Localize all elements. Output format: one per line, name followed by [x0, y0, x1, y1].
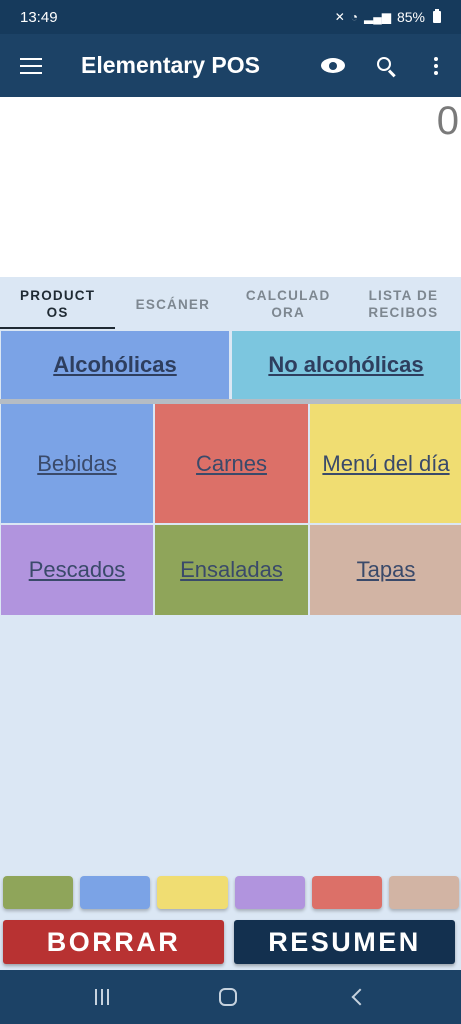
back-icon[interactable] [351, 988, 369, 1006]
mute-icon: ✕ [334, 10, 345, 24]
product-bebidas[interactable]: Bebidas [1, 404, 153, 523]
color-swatches [3, 876, 460, 909]
tab-calculadora[interactable]: CALCULAD ORA [231, 277, 346, 331]
display-value: 0 [436, 99, 459, 143]
system-nav-bar [0, 970, 461, 1024]
tab-label: LISTA DE RECIBOS [368, 288, 439, 320]
status-time: 13:49 [20, 8, 58, 26]
home-icon[interactable] [219, 988, 238, 1006]
product-menu-del-dia[interactable]: Menú del día [310, 404, 461, 523]
amount-display: 0 [0, 97, 461, 277]
more-vert-icon [434, 56, 438, 75]
category-row: Alcohólicas No alcohólicas [0, 331, 461, 399]
tab-productos[interactable]: PRODUCT OS [0, 277, 116, 331]
view-button[interactable] [307, 34, 359, 97]
battery-icon [433, 9, 441, 23]
signal-icon: ▂▄▆ [364, 10, 391, 24]
swatch-yellow[interactable] [157, 876, 228, 909]
clear-button[interactable]: BORRAR [3, 920, 224, 964]
product-pescados[interactable]: Pescados [1, 525, 153, 615]
swatch-purple[interactable] [234, 876, 305, 909]
swatch-blue[interactable] [80, 876, 151, 909]
summary-button[interactable]: RESUMEN [234, 920, 455, 964]
wifi-icon: ◔ [350, 10, 358, 24]
product-carnes[interactable]: Carnes [155, 404, 308, 523]
tab-label: ESCÁNER [135, 296, 211, 312]
app-bar: Elementary POS [0, 34, 461, 97]
category-no-alcoholicas[interactable]: No alcohólicas [232, 331, 460, 399]
search-icon [376, 57, 391, 71]
swatch-green[interactable] [3, 876, 74, 909]
tab-label: CALCULAD ORA [245, 288, 331, 320]
swatch-red[interactable] [311, 876, 382, 909]
tab-lista-de-recibos[interactable]: LISTA DE RECIBOS [346, 277, 461, 331]
product-ensaladas[interactable]: Ensaladas [155, 525, 308, 615]
eye-icon [321, 58, 345, 73]
tab-label: PRODUCT OS [20, 288, 96, 320]
search-button[interactable] [359, 34, 411, 97]
status-icons: ✕ ◔ ▂▄▆ 85% [335, 9, 441, 25]
more-options-button[interactable] [411, 34, 461, 97]
tab-escaner[interactable]: ESCÁNER [115, 277, 230, 331]
swatch-tan[interactable] [388, 876, 460, 909]
battery-level: 85% [396, 9, 425, 25]
action-buttons: BORRAR RESUMEN [3, 920, 455, 964]
app-title: Elementary POS [81, 52, 260, 78]
menu-button[interactable] [0, 34, 62, 97]
status-bar: 13:49 ✕ ◔ ▂▄▆ 85% [0, 0, 461, 34]
recent-apps-icon[interactable] [95, 989, 110, 1005]
category-alcoholicas[interactable]: Alcohólicas [1, 331, 229, 399]
product-grid: Bebidas Carnes Menú del día Pescados Ens… [0, 404, 461, 615]
hamburger-icon [20, 57, 42, 74]
tab-bar: PRODUCT OS ESCÁNER CALCULAD ORA LISTA DE… [0, 277, 461, 331]
product-tapas[interactable]: Tapas [310, 525, 461, 615]
